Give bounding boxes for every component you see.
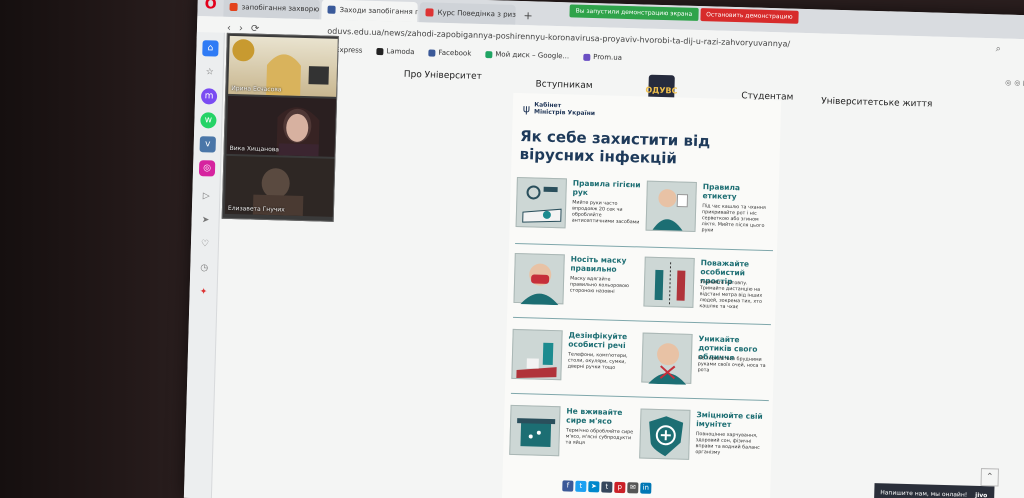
- tip-immunity: Зміцнюйте свій імунітет Повноцінне харчу…: [639, 408, 765, 474]
- infographic-poster: ψ Кабінет Міністрів України Як себе захи…: [501, 92, 782, 498]
- linkedin-icon[interactable]: in: [640, 482, 652, 494]
- tip-title: Зміцнюйте свій імунітет: [696, 410, 763, 430]
- nav-about[interactable]: Про Університет: [404, 70, 482, 82]
- bookmark-lamoda[interactable]: Lamoda: [376, 47, 415, 57]
- participant-name: Вика Хищанова: [229, 144, 280, 154]
- tip-title: Правила етикету: [702, 182, 741, 202]
- new-tab-icon[interactable]: +: [517, 9, 539, 26]
- opera-logo-icon[interactable]: O: [197, 0, 224, 17]
- home-icon[interactable]: ⌂: [202, 40, 219, 57]
- sneeze-icon: [645, 180, 697, 232]
- video-call-panel: Ирина Есчасова Вика Хищанова Елизавета Г…: [221, 32, 339, 222]
- tumblr-icon[interactable]: t: [601, 481, 613, 493]
- tab-label: запобігання захворюванн...: [241, 3, 320, 15]
- tab-favicon-icon: [327, 5, 336, 14]
- tip-disinfect: Дезінфікуйте особисті речі Телефони, ком…: [511, 328, 637, 394]
- tip-description: Маску вдягайте правильно кольоровою стор…: [569, 276, 630, 295]
- star-icon[interactable]: ☆: [202, 64, 218, 80]
- trident-icon: ψ: [522, 101, 531, 115]
- video-tile-1[interactable]: Ирина Есчасова: [228, 35, 338, 97]
- heart-icon[interactable]: ♡: [197, 236, 213, 252]
- mask-icon: [513, 252, 565, 306]
- tip-title: Дезінфікуйте особисті речі: [568, 330, 628, 351]
- email-icon[interactable]: ✉: [627, 482, 639, 494]
- tip-description: Не торкайтеся брудними руками своїх очей…: [697, 356, 766, 374]
- logo-text: ОДУВС: [645, 85, 678, 95]
- hand-washing-icon: [515, 176, 567, 229]
- gov-header: ψ Кабінет Міністрів України: [523, 101, 596, 117]
- tip-etiquette: Правила етикету Під час кашлю та чхання …: [645, 180, 771, 246]
- stop-share-button[interactable]: Остановить демонстрацию: [700, 8, 799, 24]
- chat-label: Напишите нам, мы онлайн!: [880, 488, 968, 498]
- tab-label: Заходи запобігання пошир...: [339, 5, 418, 17]
- pinterest-icon[interactable]: p: [614, 481, 626, 494]
- tip-description: Мийте руки часто впродовж 20 сек чи обро…: [571, 200, 640, 226]
- messenger-icon[interactable]: m: [200, 88, 218, 105]
- tab-label: Курс Поведінка з ризиком...: [437, 8, 516, 20]
- screen-share-bar: Вы запустили демонстрацию экрана Останов…: [569, 4, 799, 24]
- tip-title: Не вживайте сире м'ясо: [566, 406, 623, 426]
- back-icon[interactable]: ‹: [227, 22, 231, 33]
- tip-face-touch: Уникайте дотиків свого обличчя Не торкай…: [641, 332, 767, 398]
- live-chat-widget[interactable]: Напишите нам, мы онлайн! jivo: [874, 483, 995, 498]
- bookmark-icon: [428, 48, 436, 57]
- face-touch-icon: [641, 332, 693, 385]
- shield-icon: [639, 408, 691, 460]
- tip-hand-hygiene: Правила гігієни рук Мийте руки часто впр…: [515, 176, 641, 242]
- whatsapp-icon[interactable]: w: [200, 112, 217, 129]
- gov-label: Кабінет Міністрів України: [533, 101, 596, 118]
- chat-brand: jivo: [975, 491, 988, 498]
- bookmark-prom[interactable]: Prom.ua: [583, 53, 622, 62]
- tip-mask: Носіть маску правильно Маску вдягайте пр…: [513, 252, 639, 318]
- pot-icon: [509, 404, 561, 457]
- facebook-icon[interactable]: f: [562, 480, 574, 492]
- tip-description: Повноцінне харчування, здоровий сон, фіз…: [695, 432, 760, 456]
- monitor-screen: O запобігання захворюванн... Заходи запо…: [183, 0, 1024, 498]
- bookmark-icon: [583, 53, 591, 61]
- distance-icon: [643, 256, 695, 308]
- bookmark-label: Мой диск – Google...: [495, 50, 570, 61]
- flow-icon[interactable]: ✦: [195, 284, 211, 300]
- telegram-icon[interactable]: ➤: [588, 481, 600, 493]
- nav-university-life[interactable]: Університетське життя: [821, 96, 932, 109]
- history-icon[interactable]: ◷: [196, 260, 212, 276]
- scroll-top-icon[interactable]: ⌃: [980, 468, 1000, 487]
- tip-title: Носіть маску правильно: [570, 254, 627, 274]
- tab-2[interactable]: Заходи запобігання пошир... ✕: [321, 0, 418, 23]
- tip-personal-space: Поважайте особистий простір Уникайте нат…: [643, 256, 769, 322]
- bookmark-label: Prom.ua: [593, 53, 623, 62]
- tip-description: Під час кашлю та чхання прикривайте рот …: [701, 204, 766, 234]
- bookmark-icon: [485, 50, 493, 58]
- nav-applicants[interactable]: Вступникам: [535, 79, 592, 91]
- tip-description: Термічно обробляйте сире м'ясо, м'ясні с…: [565, 428, 634, 446]
- poster-title: Як себе захистити від вірусних інфекцій: [519, 127, 711, 168]
- forward-icon[interactable]: ›: [239, 23, 243, 34]
- tip-raw-meat: Не вживайте сире м'ясо Термічно обробляй…: [509, 404, 635, 470]
- tab-3[interactable]: Курс Поведінка з ризиком... ✕: [419, 2, 516, 25]
- video-tile-3[interactable]: Елизавета Гнучих: [224, 155, 335, 217]
- bookmark-label: Lamoda: [386, 47, 415, 57]
- bookmark-icon: [376, 47, 384, 55]
- social-icons[interactable]: ◎◎▶◎▮: [1005, 79, 1024, 88]
- bookmark-facebook[interactable]: Facebook: [428, 48, 472, 58]
- search-icon[interactable]: ⌕: [996, 44, 1001, 54]
- photo-background: O запобігання захворюванн... Заходи запо…: [0, 0, 1024, 498]
- disinfect-icon: [511, 328, 563, 381]
- send-icon[interactable]: ➤: [197, 212, 213, 228]
- opera-sidebar: ⌂ ☆ m w v ◎ ▷ ➤ ♡ ◷ ✦: [183, 31, 225, 498]
- twitter-icon[interactable]: t: [575, 480, 587, 493]
- bookmark-label: Facebook: [438, 48, 472, 58]
- play-icon[interactable]: ▷: [198, 188, 214, 204]
- vk-icon[interactable]: v: [199, 136, 216, 153]
- participant-name: Ирина Есчасова: [231, 84, 282, 94]
- tip-description: Уникайте натовпу. Тримайте дистанцію на …: [699, 280, 763, 311]
- tab-favicon-icon: [229, 2, 238, 12]
- screen-share-message: Вы запустили демонстрацию экрана: [569, 4, 699, 21]
- tip-title: Правила гігієни рук: [572, 178, 641, 197]
- tab-favicon-icon: [425, 8, 434, 17]
- instagram-icon[interactable]: ◎: [198, 160, 216, 177]
- video-tile-2[interactable]: Вика Хищанова: [226, 95, 337, 157]
- tip-description: Телефони, комп'ютери, столи, окуляри, су…: [567, 352, 628, 371]
- bookmark-google-drive[interactable]: Мой диск – Google...: [485, 50, 569, 60]
